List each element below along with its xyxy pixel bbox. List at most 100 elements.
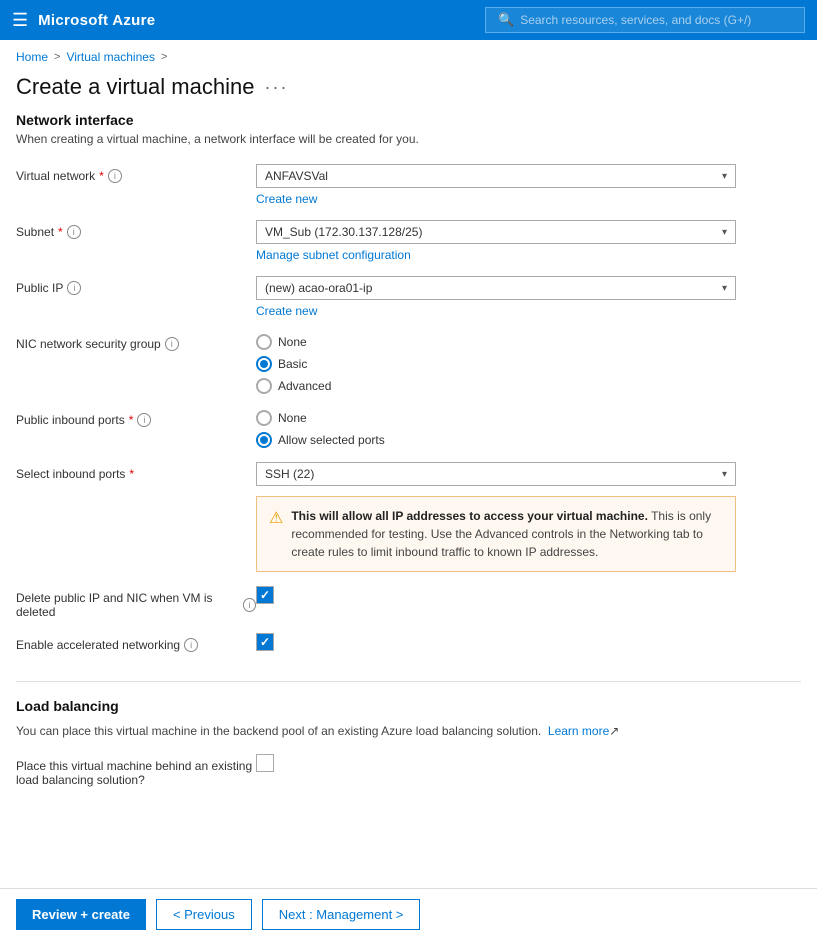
virtual-network-label: Virtual network * i: [16, 164, 256, 183]
public-ip-dropdown[interactable]: (new) acao-ora01-ip ▾: [256, 276, 736, 300]
subnet-label: Subnet * i: [16, 220, 256, 239]
public-ip-info-icon[interactable]: i: [67, 281, 81, 295]
required-star-subnet: *: [58, 225, 63, 239]
inbound-option-none[interactable]: None: [256, 410, 801, 426]
delete-public-ip-info-icon[interactable]: i: [243, 598, 256, 612]
subnet-control: VM_Sub (172.30.137.128/25) ▾ Manage subn…: [256, 220, 801, 262]
inbound-radio-group: None Allow selected ports: [256, 408, 801, 448]
delete-public-ip-checkbox-item[interactable]: [256, 586, 801, 604]
nsg-option-basic[interactable]: Basic: [256, 356, 801, 372]
nsg-option-none[interactable]: None: [256, 334, 801, 350]
select-inbound-label: Select inbound ports *: [16, 462, 256, 481]
place-lb-row: Place this virtual machine behind an exi…: [16, 754, 801, 787]
delete-public-ip-row: Delete public IP and NIC when VM is dele…: [16, 586, 801, 619]
nic-nsg-row: NIC network security group i None Basic …: [16, 332, 801, 394]
page-title-row: Create a virtual machine ···: [0, 70, 817, 112]
breadcrumb-home[interactable]: Home: [16, 50, 48, 64]
warning-text: This will allow all IP addresses to acce…: [291, 507, 723, 561]
network-interface-title: Network interface: [16, 112, 801, 128]
page-menu-icon[interactable]: ···: [264, 77, 288, 98]
nsg-label-advanced: Advanced: [278, 379, 331, 393]
brand-name: Microsoft Azure: [38, 12, 155, 29]
next-button[interactable]: Next : Management >: [262, 899, 421, 930]
subnet-info-icon[interactable]: i: [67, 225, 81, 239]
breadcrumb: Home > Virtual machines >: [0, 40, 817, 70]
enable-accel-checkbox[interactable]: [256, 633, 274, 651]
enable-accel-info-icon[interactable]: i: [184, 638, 198, 652]
place-lb-checkbox-item[interactable]: [256, 754, 801, 772]
page-title: Create a virtual machine: [16, 74, 254, 100]
section-divider: [16, 681, 801, 682]
subnet-row: Subnet * i VM_Sub (172.30.137.128/25) ▾ …: [16, 220, 801, 262]
nic-nsg-info-icon[interactable]: i: [165, 337, 179, 351]
virtual-network-info-icon[interactable]: i: [108, 169, 122, 183]
virtual-network-control: ANFAVSVal ▾ Create new: [256, 164, 801, 206]
previous-button[interactable]: < Previous: [156, 899, 252, 930]
chevron-down-icon: ▾: [722, 227, 727, 238]
inbound-label-none: None: [278, 411, 307, 425]
virtual-network-row: Virtual network * i ANFAVSVal ▾ Create n…: [16, 164, 801, 206]
place-lb-label: Place this virtual machine behind an exi…: [16, 754, 256, 787]
nsg-option-advanced[interactable]: Advanced: [256, 378, 801, 394]
place-lb-checkbox[interactable]: [256, 754, 274, 772]
hamburger-icon[interactable]: ☰: [12, 10, 28, 31]
nsg-radio-advanced[interactable]: [256, 378, 272, 394]
breadcrumb-sep-2: >: [161, 51, 167, 63]
search-icon: 🔍: [498, 12, 514, 28]
nsg-label-basic: Basic: [278, 357, 307, 371]
warning-icon: ⚠: [269, 508, 283, 561]
load-balancing-desc: You can place this virtual machine in th…: [16, 722, 801, 740]
select-inbound-dropdown[interactable]: SSH (22) ▾: [256, 462, 736, 486]
load-balancing-title: Load balancing: [16, 698, 801, 714]
nsg-radio-none[interactable]: [256, 334, 272, 350]
create-new-vnet-link[interactable]: Create new: [256, 192, 317, 206]
topnav: ☰ Microsoft Azure 🔍: [0, 0, 817, 40]
public-ip-row: Public IP i (new) acao-ora01-ip ▾ Create…: [16, 276, 801, 318]
breadcrumb-sep-1: >: [54, 51, 60, 63]
public-ip-value: (new) acao-ora01-ip: [265, 281, 372, 295]
breadcrumb-virtual-machines[interactable]: Virtual machines: [66, 50, 155, 64]
lb-desc-prefix: You can place this virtual machine in th…: [16, 724, 541, 738]
search-input[interactable]: [520, 13, 780, 27]
warning-box: ⚠ This will allow all IP addresses to ac…: [256, 496, 736, 572]
review-create-button[interactable]: Review + create: [16, 899, 146, 930]
public-inbound-label: Public inbound ports * i: [16, 408, 256, 427]
enable-accel-row: Enable accelerated networking i: [16, 633, 801, 661]
enable-accel-control: [256, 633, 801, 651]
inbound-radio-none[interactable]: [256, 410, 272, 426]
required-star-select-inbound: *: [129, 467, 134, 481]
inbound-option-allow-selected[interactable]: Allow selected ports: [256, 432, 801, 448]
network-interface-desc: When creating a virtual machine, a netwo…: [16, 132, 801, 146]
nsg-radio-group: None Basic Advanced: [256, 332, 801, 394]
delete-public-ip-label: Delete public IP and NIC when VM is dele…: [16, 586, 256, 619]
public-inbound-control: None Allow selected ports: [256, 408, 801, 448]
bottom-bar: Review + create < Previous Next : Manage…: [0, 888, 817, 940]
warning-strong: This will allow all IP addresses to acce…: [291, 509, 648, 523]
required-star: *: [99, 169, 104, 183]
nsg-radio-basic[interactable]: [256, 356, 272, 372]
enable-accel-label: Enable accelerated networking i: [16, 633, 256, 652]
inbound-label-allow-selected: Allow selected ports: [278, 433, 385, 447]
public-inbound-row: Public inbound ports * i None Allow sele…: [16, 408, 801, 448]
nic-nsg-label: NIC network security group i: [16, 332, 256, 351]
chevron-down-icon: ▾: [722, 283, 727, 294]
public-ip-control: (new) acao-ora01-ip ▾ Create new: [256, 276, 801, 318]
main-content: Network interface When creating a virtua…: [0, 112, 817, 881]
select-inbound-value: SSH (22): [265, 467, 314, 481]
subnet-dropdown[interactable]: VM_Sub (172.30.137.128/25) ▾: [256, 220, 736, 244]
manage-subnet-link[interactable]: Manage subnet configuration: [256, 248, 411, 262]
search-bar[interactable]: 🔍: [485, 7, 805, 33]
inbound-radio-allow-selected[interactable]: [256, 432, 272, 448]
place-lb-control: [256, 754, 801, 772]
public-inbound-info-icon[interactable]: i: [137, 413, 151, 427]
nsg-label-none: None: [278, 335, 307, 349]
delete-public-ip-checkbox[interactable]: [256, 586, 274, 604]
virtual-network-dropdown[interactable]: ANFAVSVal ▾: [256, 164, 736, 188]
virtual-network-value: ANFAVSVal: [265, 169, 328, 183]
select-inbound-row: Select inbound ports * SSH (22) ▾ ⚠ This…: [16, 462, 801, 572]
delete-public-ip-control: [256, 586, 801, 604]
enable-accel-checkbox-item[interactable]: [256, 633, 801, 651]
required-star-inbound: *: [129, 413, 134, 427]
learn-more-link[interactable]: Learn more: [548, 724, 609, 738]
create-new-ip-link[interactable]: Create new: [256, 304, 317, 318]
